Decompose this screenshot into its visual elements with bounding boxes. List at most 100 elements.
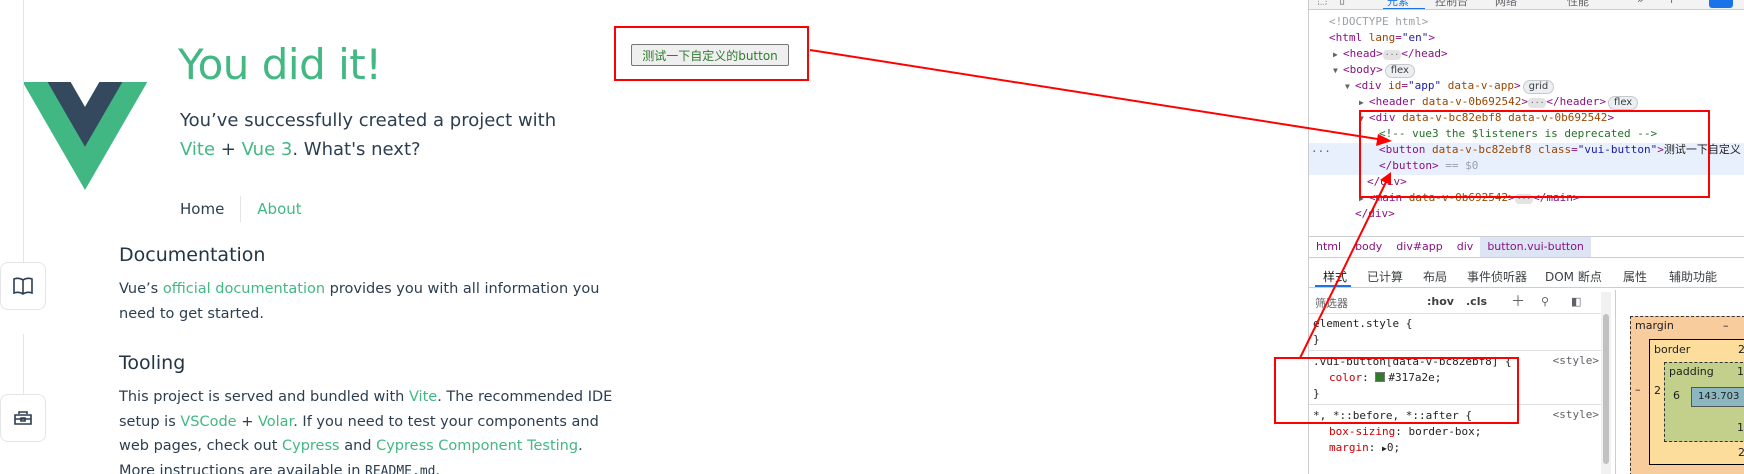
arrow-button-to-dom: [809, 49, 1385, 141]
dom-doctype[interactable]: <!DOCTYPE html>: [1329, 14, 1428, 30]
flex-badge[interactable]: flex: [1608, 96, 1639, 110]
hov-toggle[interactable]: :hov: [1427, 295, 1454, 308]
vite-link[interactable]: Vite: [180, 139, 215, 160]
timeline-line: [23, 334, 24, 394]
universal-rule-selector[interactable]: *, *::before, *::after {: [1313, 408, 1472, 424]
crumb-div[interactable]: div: [1450, 237, 1481, 257]
dom-header[interactable]: ▶ <header data-v-0b692542> ··· </header> fle…: [1359, 94, 1639, 110]
grid-badge[interactable]: grid: [1522, 80, 1555, 94]
more-tabs-icon[interactable]: »: [1637, 0, 1644, 6]
main-nav: Home About: [180, 196, 302, 222]
plus-text: +: [215, 139, 242, 160]
dom-button-close[interactable]: </button> == $0: [1379, 158, 1478, 174]
inspect-icon[interactable]: ⬚: [1317, 0, 1327, 6]
rule-divider: [1309, 404, 1605, 405]
tooling-text: This project is served and bundled with …: [119, 385, 629, 474]
vue3-link[interactable]: Vue 3: [242, 139, 293, 160]
tab-layout[interactable]: 布局: [1423, 268, 1447, 285]
crumb-body[interactable]: body: [1348, 237, 1389, 257]
padding-left-value: 6: [1673, 389, 1680, 402]
margin-declaration[interactable]: margin: ▶0;: [1329, 440, 1400, 456]
nav-about-link[interactable]: About: [241, 200, 301, 218]
cls-toggle[interactable]: .cls: [1466, 295, 1487, 308]
tooling-p3: +: [236, 413, 258, 430]
volar-link[interactable]: Volar: [258, 414, 293, 430]
margin-label: margin: [1635, 319, 1674, 332]
box-model-padding[interactable]: padding 1 6 1 143.703: [1664, 362, 1744, 442]
dom-head[interactable]: ▶ <head> ··· </head>: [1333, 46, 1448, 62]
tooling-p5: and: [339, 438, 377, 454]
book-icon: [0, 262, 46, 310]
styles-pane: element.style { } .vui-button[data-v-bc8…: [1309, 314, 1605, 474]
styles-scrollbar[interactable]: [1601, 292, 1611, 474]
tooling-vite-link[interactable]: Vite: [409, 389, 437, 405]
dom-main[interactable]: ▶ <main data-v-0b692542> ··· </main>: [1359, 190, 1580, 206]
node-menu-icon[interactable]: ···: [1311, 145, 1331, 158]
tooling-p1: This project is served and bundled with: [119, 389, 409, 405]
border-top-value: 2: [1738, 343, 1744, 356]
pane-tab-indicator: [1315, 285, 1351, 287]
padding-top-value: 1: [1737, 365, 1744, 378]
new-rule-icon[interactable]: ＋: [1511, 291, 1525, 311]
box-model-border[interactable]: border 2 2 2 padding 1 6 1 143.703: [1649, 339, 1744, 465]
box-model-diagram: margin – – border 2 2 2 padding 1 6 1 14…: [1615, 290, 1744, 474]
add-icon[interactable]: +: [1667, 0, 1676, 6]
dom-html[interactable]: <html lang="en">: [1329, 30, 1435, 46]
tab-performance[interactable]: 性能: [1567, 0, 1589, 9]
dom-div-app-close[interactable]: </div>: [1355, 206, 1395, 222]
tab-sources[interactable]: 网络: [1495, 0, 1517, 9]
crumb-div-app[interactable]: div#app: [1389, 237, 1449, 257]
tab-event-listeners[interactable]: 事件侦听器: [1467, 268, 1527, 285]
readme-code: README.md: [365, 463, 436, 474]
style-source-link[interactable]: <style>: [1553, 354, 1599, 367]
docs-pre: Vue’s: [119, 281, 163, 297]
color-declaration[interactable]: color: #317a2e;: [1329, 370, 1441, 386]
paint-icon[interactable]: ⚲: [1541, 295, 1549, 308]
timeline-line: [23, 0, 24, 262]
dom-div-app[interactable]: ▼ <div id="app" data-v-app> grid: [1345, 78, 1555, 94]
filter-input[interactable]: 筛选器: [1315, 295, 1348, 311]
crumb-html[interactable]: html: [1309, 237, 1348, 257]
padding-label: padding: [1669, 365, 1714, 378]
tab-accessibility[interactable]: 辅助功能: [1669, 268, 1717, 285]
dom-body[interactable]: ▼ <body> flex: [1333, 62, 1415, 78]
box-model-margin[interactable]: margin – – border 2 2 2 padding 1 6 1 14…: [1630, 316, 1744, 474]
dom-div-close[interactable]: </div>: [1367, 174, 1407, 190]
vui-button-rule-selector[interactable]: .vui-button[data-v-bc82ebf8] {: [1313, 354, 1512, 370]
dom-tree: ··· <!DOCTYPE html> <html lang="en"> ▶ <h…: [1309, 12, 1744, 236]
box-model-content[interactable]: 143.703: [1691, 387, 1744, 407]
devtools-top-tabs: ⬚ ▯ 元素 控制台 网络 性能 » +: [1309, 0, 1744, 10]
tab-dom-breakpoints[interactable]: DOM 断点: [1545, 268, 1602, 285]
box-sizing-declaration[interactable]: box-sizing: border-box;: [1329, 424, 1481, 440]
device-icon[interactable]: ▯: [1339, 0, 1345, 6]
dom-comment[interactable]: <!-- vue3 the $listeners is deprecated -…: [1379, 126, 1657, 142]
tab-console[interactable]: 控制台: [1435, 0, 1468, 9]
flex-badge[interactable]: flex: [1384, 64, 1415, 78]
dom-div-parent[interactable]: ▼ <div data-v-bc82ebf8 data-v-0b692542>: [1359, 110, 1614, 126]
hero-subtitle: You’ve successfully created a project wi…: [180, 106, 556, 164]
custom-vui-button[interactable]: 测试一下自定义的button: [631, 44, 789, 66]
color-swatch[interactable]: [1375, 372, 1386, 382]
toolbox-icon: [0, 394, 46, 442]
issues-badge[interactable]: [1709, 0, 1733, 8]
sidebar-toggle-icon[interactable]: ◧: [1571, 295, 1581, 308]
dom-button[interactable]: <button data-v-bc82ebf8 class="vui-butto…: [1379, 142, 1741, 158]
style-source-link[interactable]: <style>: [1553, 408, 1599, 421]
styles-filter-bar: 筛选器 :hov .cls ＋ ⚲ ◧: [1309, 290, 1609, 314]
tab-properties[interactable]: 属性: [1623, 268, 1647, 285]
tooling-p7: More instructions are available in: [119, 462, 366, 474]
cypress-ct-link[interactable]: Cypress Component Testing: [376, 438, 578, 454]
tab-styles[interactable]: 样式: [1323, 268, 1347, 285]
element-style-rule[interactable]: element.style {: [1313, 316, 1412, 332]
crumb-button[interactable]: button.vui-button: [1480, 237, 1591, 257]
official-docs-link[interactable]: official documentation: [163, 281, 325, 297]
nav-home-link[interactable]: Home: [180, 200, 240, 218]
vscode-link[interactable]: VSCode: [180, 414, 236, 430]
border-label: border: [1654, 343, 1691, 356]
rule-close: }: [1313, 387, 1320, 400]
cypress-link[interactable]: Cypress: [282, 438, 340, 454]
border-bottom-value: 2: [1738, 446, 1744, 459]
tab-computed[interactable]: 已计算: [1367, 268, 1403, 285]
docs-text: Vue’s official documentation provides yo…: [119, 277, 629, 326]
tooling-p8: .: [435, 462, 441, 474]
